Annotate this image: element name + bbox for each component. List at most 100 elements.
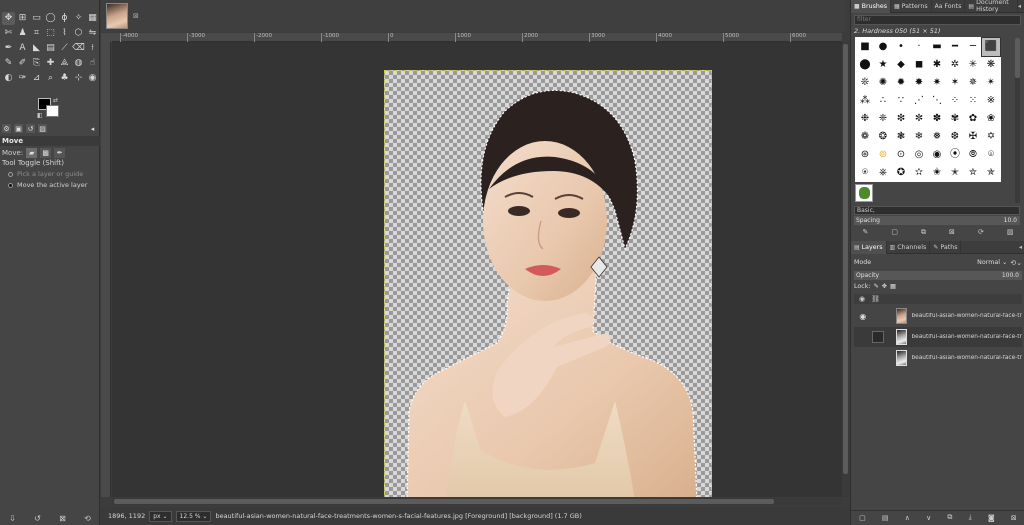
move-active-layer-option[interactable]: Move the active layer	[8, 181, 87, 189]
vertical-scroll-thumb[interactable]	[843, 44, 848, 474]
tab-document-history[interactable]: ▤ Document History	[965, 0, 1018, 13]
chain-toggle[interactable]	[872, 352, 884, 364]
tab-brushes[interactable]: ■ Brushes	[851, 0, 891, 13]
bucket-fill-icon[interactable]: ◣	[30, 42, 43, 55]
reset-options-icon[interactable]: ⟲	[84, 514, 91, 523]
rect-select-icon[interactable]: ▭	[30, 12, 43, 25]
brush-preset[interactable]: ◆	[892, 56, 910, 74]
brush-preset[interactable]: ❅	[928, 128, 946, 146]
brush-preset[interactable]: ⦾	[964, 146, 982, 164]
tab-paths[interactable]: ✎ Paths	[930, 240, 962, 254]
brush-as-image-icon[interactable]: ▨	[1007, 228, 1014, 238]
warp-transform-icon[interactable]: ⌇	[58, 27, 71, 40]
brush-preset[interactable]: ⁘	[946, 92, 964, 110]
brush-preset[interactable]: ✡	[982, 128, 1000, 146]
free-select-icon[interactable]: ϕ	[58, 12, 71, 25]
handle-transform-icon[interactable]: ⊹	[72, 72, 85, 85]
brush-preset[interactable]: ❀	[982, 110, 1000, 128]
swap-colors-icon[interactable]: ⇄	[53, 97, 58, 104]
ruler-corner[interactable]	[101, 33, 112, 42]
brush-preset[interactable]: ∴	[874, 92, 892, 110]
brush-preset[interactable]: ◎	[910, 146, 928, 164]
pick-layer-option[interactable]: Pick a layer or guide	[8, 170, 83, 178]
perspective-clone-icon[interactable]: ⟁	[58, 57, 71, 70]
layer-thumbnail[interactable]	[895, 350, 908, 366]
unified-transform-icon[interactable]: ⬚	[44, 27, 57, 40]
brush-preset[interactable]: ✲	[946, 56, 964, 74]
dock-menu-icon[interactable]: ◂	[1018, 3, 1021, 10]
close-image-tab-icon[interactable]: ⊠	[133, 12, 139, 20]
tab-fonts[interactable]: Aa Fonts	[932, 0, 966, 13]
save-options-icon[interactable]: ⇩	[9, 514, 16, 523]
brush-preset[interactable]: ✪	[892, 164, 910, 182]
brush-preset[interactable]: ✿	[964, 110, 982, 128]
move-selection-button[interactable]: ▩	[40, 148, 52, 158]
brush-preset[interactable]: ★	[874, 56, 892, 74]
brush-preset[interactable]: ❃	[892, 128, 910, 146]
eye-icon[interactable]: ◉	[854, 312, 872, 321]
layer-row[interactable]: ◉ beautiful-asian-women-natural-face-trea…	[854, 306, 1022, 326]
brush-preset[interactable]: ✮	[964, 164, 982, 182]
image-tab-thumbnail[interactable]	[106, 3, 128, 29]
brush-preset[interactable]: ◼	[910, 56, 928, 74]
tool-options-tab-icon[interactable]: ⚙	[2, 124, 11, 133]
brush-preset[interactable]: ✷	[928, 74, 946, 92]
brush-preset[interactable]: ✼	[910, 110, 928, 128]
brush-preset[interactable]: ✭	[946, 164, 964, 182]
refresh-brushes-icon[interactable]: ⟳	[978, 228, 984, 238]
brush-preset[interactable]: ·	[910, 38, 928, 56]
move-layer-button[interactable]: ▰	[26, 148, 38, 158]
brush-preset[interactable]: ✺	[874, 74, 892, 92]
brush-scrollbar[interactable]	[1015, 38, 1020, 203]
merge-down-icon[interactable]: ⤓	[969, 513, 972, 522]
blur-icon[interactable]: ◍	[72, 57, 85, 70]
horizontal-scroll-thumb[interactable]	[114, 499, 774, 504]
brush-preset[interactable]: ⦿	[946, 146, 964, 164]
layer-row[interactable]: beautiful-asian-women-natural-face-treat…	[854, 348, 1022, 368]
brush-preset[interactable]: ⬤	[856, 56, 874, 74]
brush-preset[interactable]: ◉	[928, 146, 946, 164]
tab-patterns[interactable]: ▦ Patterns	[891, 0, 932, 13]
tab-channels[interactable]: ▥ Channels	[887, 240, 931, 254]
brush-tag-input[interactable]: Basic,	[854, 206, 1020, 215]
move-tool-icon[interactable]: ✥	[2, 12, 15, 25]
brush-preset[interactable]: ■	[856, 38, 874, 56]
cage-transform-icon[interactable]: ⬡	[72, 27, 85, 40]
unit-selector[interactable]: px ⌄	[149, 510, 172, 522]
brush-preset[interactable]: ●	[874, 38, 892, 56]
airbrush-icon[interactable]: ⟊	[86, 42, 99, 55]
zoom-icon[interactable]: ⌕	[44, 72, 57, 85]
layer-name[interactable]: beautiful-asian-women-natural-face-treat…	[911, 355, 1022, 361]
clone-icon[interactable]: ⎘	[30, 57, 43, 70]
color-picker-icon[interactable]: ✑	[16, 72, 29, 85]
lock-position-icon[interactable]: ✥	[882, 283, 887, 290]
ellipse-select-icon[interactable]: ◯	[44, 12, 57, 25]
brush-scroll-thumb[interactable]	[1015, 38, 1020, 78]
brush-preset[interactable]: ⊙	[892, 146, 910, 164]
brush-preset[interactable]: ❊	[856, 74, 874, 92]
brush-preset[interactable]: ⁂	[856, 92, 874, 110]
brush-preset[interactable]: ✵	[964, 74, 982, 92]
scissors-select-icon[interactable]: ✄	[2, 27, 15, 40]
brush-preset[interactable]: ✹	[892, 74, 910, 92]
panel-menu-icon[interactable]: ◂	[88, 124, 97, 133]
layer-row[interactable]: beautiful-asian-women-natural-face-treat…	[854, 327, 1022, 347]
undo-history-tab-icon[interactable]: ↺	[26, 124, 35, 133]
chain-toggle[interactable]	[871, 331, 884, 343]
brush-preset[interactable]: ✳	[964, 56, 982, 74]
brush-preset[interactable]: ❄	[910, 128, 928, 146]
images-tab-icon[interactable]: ▨	[38, 124, 47, 133]
dock-menu-icon[interactable]: ◂	[1019, 244, 1022, 251]
brush-spacing-slider[interactable]: Spacing 10.0	[854, 216, 1020, 225]
brush-preset[interactable]: ❇	[892, 110, 910, 128]
brush-preset[interactable]: ⋱	[928, 92, 946, 110]
brush-preset[interactable]: ─	[964, 38, 982, 56]
new-layer-group-icon[interactable]: ▤	[882, 514, 889, 522]
crop-icon[interactable]: ⌗	[30, 27, 43, 40]
delete-options-icon[interactable]: ⊠	[59, 514, 66, 523]
brush-preset[interactable]: ⎈	[874, 164, 892, 182]
horizontal-scrollbar[interactable]	[112, 498, 842, 505]
brush-preset[interactable]: ⊚	[874, 146, 892, 164]
opacity-slider[interactable]: Opacity 100.0	[854, 271, 1022, 280]
brush-preset[interactable]: ✠	[964, 128, 982, 146]
